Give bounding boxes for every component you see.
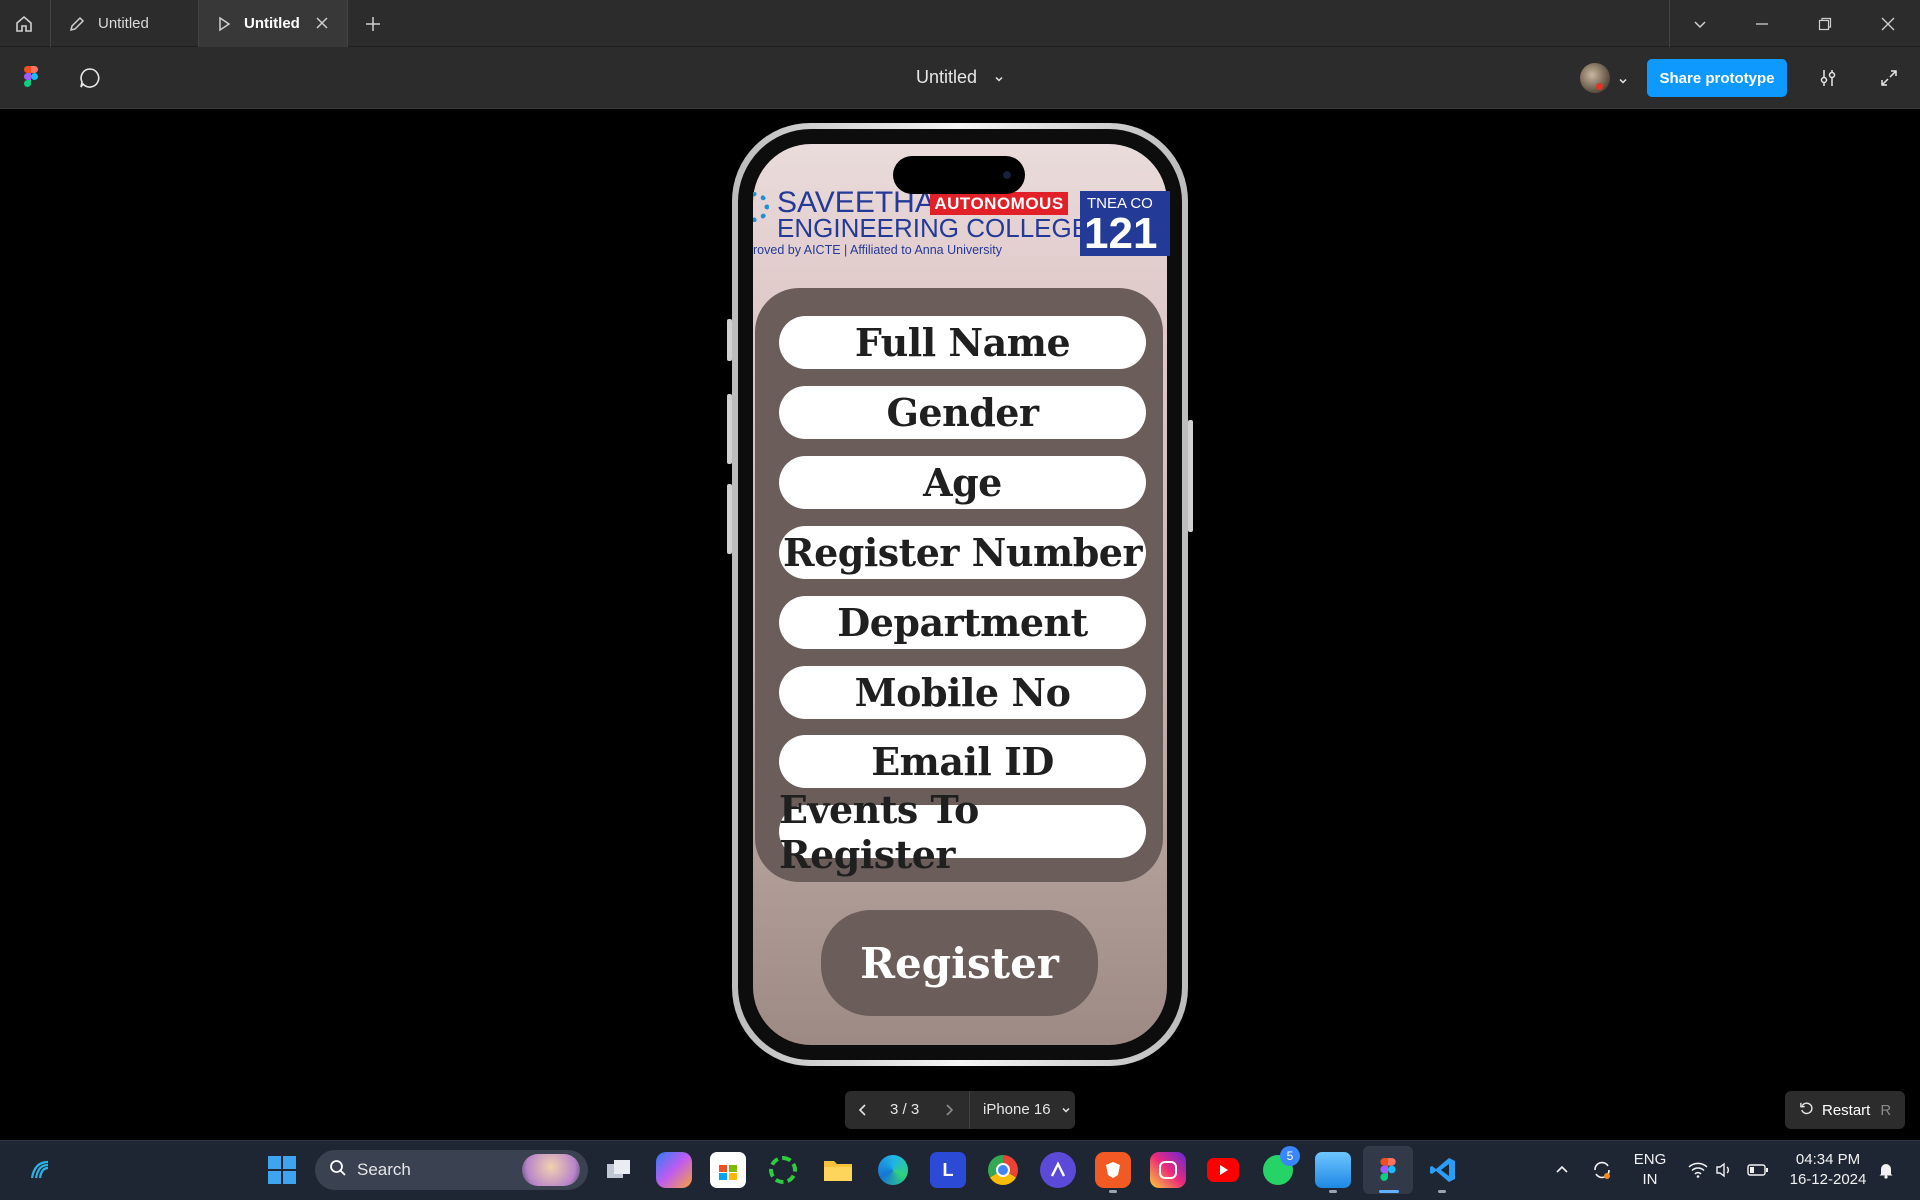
copilot-icon[interactable] bbox=[656, 1152, 692, 1188]
microsoft-store-icon[interactable] bbox=[710, 1152, 746, 1188]
search-icon bbox=[329, 1159, 347, 1182]
restart-shortcut: R bbox=[1880, 1101, 1892, 1119]
clock-date: 16-12-2024 bbox=[1789, 1171, 1867, 1188]
dynamic-island bbox=[893, 156, 1025, 194]
running-indicator bbox=[1109, 1190, 1117, 1193]
start-windows-icon[interactable] bbox=[264, 1152, 300, 1188]
l-app-icon[interactable]: L bbox=[930, 1152, 966, 1188]
home-icon[interactable] bbox=[10, 11, 38, 37]
chevron-down-icon bbox=[994, 68, 1004, 89]
tab-label: Untitled bbox=[244, 15, 300, 32]
tab-prototype[interactable]: Untitled bbox=[199, 0, 347, 47]
chevron-up-icon[interactable] bbox=[1544, 1152, 1580, 1188]
minimize-icon[interactable] bbox=[1750, 12, 1774, 36]
previous-frame-chevron-icon[interactable] bbox=[851, 1098, 875, 1122]
gender-field[interactable]: Gender bbox=[779, 386, 1146, 439]
edge-browser-icon[interactable] bbox=[875, 1152, 911, 1188]
figma-logo-icon[interactable] bbox=[24, 66, 38, 88]
camera-dot bbox=[1003, 171, 1011, 179]
search-highlight-image bbox=[522, 1154, 580, 1186]
next-frame-chevron-icon[interactable] bbox=[937, 1098, 961, 1122]
running-indicator bbox=[1438, 1190, 1446, 1193]
register-button[interactable]: Register bbox=[821, 910, 1098, 1016]
register-number-field[interactable]: Register Number bbox=[779, 526, 1146, 579]
youtube-icon[interactable] bbox=[1205, 1152, 1241, 1188]
notification-bell-icon[interactable] bbox=[1868, 1152, 1904, 1188]
tnea-code-box: TNEA CO 121 bbox=[1080, 191, 1170, 256]
running-indicator bbox=[1379, 1190, 1399, 1193]
restart-label: Restart bbox=[1822, 1101, 1871, 1119]
brave-browser-icon[interactable] bbox=[1095, 1152, 1131, 1188]
avatar[interactable] bbox=[1576, 62, 1636, 94]
vscode-icon[interactable] bbox=[1425, 1152, 1461, 1188]
age-field[interactable]: Age bbox=[779, 456, 1146, 509]
gear-emblem-icon bbox=[753, 192, 769, 222]
task-view-icon[interactable] bbox=[601, 1152, 637, 1188]
document-title-text: Untitled bbox=[916, 67, 978, 87]
pen-icon bbox=[68, 15, 86, 33]
new-tab-plus-icon[interactable] bbox=[360, 12, 386, 36]
autonomous-badge: AUTONOMOUS bbox=[930, 192, 1068, 215]
page-indicator: 3 / 3 bbox=[890, 1101, 920, 1118]
chevron-down-icon bbox=[1061, 1102, 1071, 1119]
comment-icon[interactable] bbox=[76, 64, 104, 92]
close-tab-icon[interactable] bbox=[313, 14, 331, 32]
sync-icon[interactable] bbox=[1584, 1152, 1620, 1188]
avatar-status-dot bbox=[1596, 83, 1603, 90]
close-window-icon[interactable] bbox=[1876, 12, 1900, 36]
running-indicator bbox=[1329, 1190, 1337, 1193]
file-explorer-icon[interactable] bbox=[820, 1152, 856, 1188]
whatsapp-icon[interactable]: 5 bbox=[1260, 1146, 1300, 1188]
clock-time: 04:34 PM bbox=[1795, 1151, 1861, 1168]
restart-button[interactable]: Restart R bbox=[1785, 1091, 1905, 1129]
language-top: ENG bbox=[1633, 1151, 1667, 1168]
document-title[interactable]: Untitled bbox=[916, 67, 1004, 89]
device-selector-label: iPhone 16 bbox=[983, 1101, 1051, 1118]
taskbar-search-input[interactable]: Search bbox=[315, 1150, 588, 1190]
share-prototype-button[interactable]: Share prototype bbox=[1647, 59, 1787, 97]
refresh-app-icon[interactable] bbox=[765, 1152, 801, 1188]
email-id-field[interactable]: Email ID bbox=[779, 735, 1146, 788]
volume-down-button bbox=[727, 484, 732, 554]
volume-up-button bbox=[727, 394, 732, 464]
instagram-icon[interactable] bbox=[1150, 1152, 1186, 1188]
action-button bbox=[727, 319, 732, 361]
events-to-register-field[interactable]: Events To Register bbox=[779, 787, 1146, 877]
widgets-icon[interactable] bbox=[22, 1152, 58, 1188]
battery-icon[interactable] bbox=[1740, 1152, 1776, 1188]
college-name-line2: ENGINEERING COLLEGE bbox=[777, 213, 1090, 243]
mobile-no-field[interactable]: Mobile No bbox=[779, 666, 1146, 719]
restart-icon bbox=[1799, 1101, 1814, 1120]
tab-bar: Untitled Untitled bbox=[0, 0, 1920, 47]
avatar-image bbox=[1580, 63, 1610, 93]
chevron-down-icon bbox=[1618, 73, 1628, 91]
volume-icon[interactable] bbox=[1706, 1152, 1742, 1188]
tab-label: Untitled bbox=[98, 15, 149, 32]
frame-pager: 3 / 3 iPhone 16 bbox=[845, 1091, 1075, 1129]
clock[interactable]: 04:34 PM 16-12-2024 bbox=[1782, 1150, 1874, 1190]
search-placeholder: Search bbox=[357, 1160, 411, 1179]
power-button bbox=[1188, 420, 1193, 532]
device-selector[interactable]: iPhone 16 bbox=[983, 1101, 1071, 1119]
tnea-code: 121 bbox=[1084, 209, 1158, 256]
college-tagline: roved by AICTE | Affiliated to Anna Univ… bbox=[753, 243, 1002, 257]
whatsapp-notification-badge: 5 bbox=[1280, 1146, 1300, 1166]
chrome-browser-icon[interactable] bbox=[985, 1152, 1021, 1188]
photos-app-icon[interactable] bbox=[1315, 1152, 1351, 1188]
settings-sliders-icon[interactable] bbox=[1814, 64, 1842, 92]
figma-taskbar-icon[interactable] bbox=[1370, 1152, 1406, 1188]
department-field[interactable]: Department bbox=[779, 596, 1146, 649]
language-indicator[interactable]: ENG IN bbox=[1630, 1150, 1670, 1190]
tab-design-file[interactable]: Untitled bbox=[51, 0, 198, 47]
prototype-toolbar: Untitled Share prototype bbox=[0, 47, 1920, 109]
full-name-field[interactable]: Full Name bbox=[779, 316, 1146, 369]
play-icon bbox=[216, 16, 232, 32]
language-bottom: IN bbox=[1642, 1171, 1658, 1188]
restore-window-icon[interactable] bbox=[1813, 12, 1837, 36]
fullscreen-icon[interactable] bbox=[1875, 64, 1903, 92]
arc-app-icon[interactable] bbox=[1040, 1152, 1076, 1188]
chevron-down-icon[interactable] bbox=[1688, 12, 1712, 36]
